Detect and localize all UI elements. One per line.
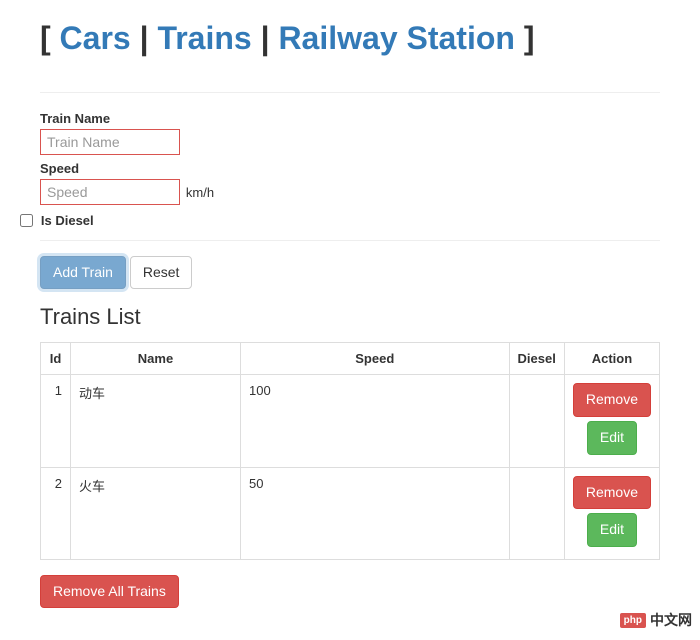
col-id: Id xyxy=(41,343,71,375)
nav-link-cars[interactable]: Cars xyxy=(60,20,131,56)
table-row: 2 火车 50 Remove Edit xyxy=(41,467,660,559)
table-header-row: Id Name Speed Diesel Action xyxy=(41,343,660,375)
train-name-label: Train Name xyxy=(40,111,660,126)
col-diesel: Diesel xyxy=(509,343,564,375)
watermark: php 中文网 xyxy=(620,610,692,630)
col-name: Name xyxy=(71,343,241,375)
cell-name: 动车 xyxy=(71,375,241,467)
cell-name: 火车 xyxy=(71,467,241,559)
speed-input[interactable] xyxy=(40,179,180,205)
train-name-input[interactable] xyxy=(40,129,180,155)
edit-button[interactable]: Edit xyxy=(587,513,637,547)
form-buttons: Add Train Reset xyxy=(20,256,680,290)
remove-button[interactable]: Remove xyxy=(573,476,651,510)
cell-diesel xyxy=(509,467,564,559)
page-header: [ Cars | Trains | Railway Station ] xyxy=(20,0,680,92)
table-row: 1 动车 100 Remove Edit xyxy=(41,375,660,467)
nav-pipe: | xyxy=(261,20,279,56)
is-diesel-label: Is Diesel xyxy=(41,213,94,228)
cell-speed: 100 xyxy=(241,375,510,467)
divider xyxy=(40,92,660,93)
header-title: [ Cars | Trains | Railway Station ] xyxy=(40,20,660,57)
remove-all-trains-button[interactable]: Remove All Trains xyxy=(40,575,179,609)
trains-table: Id Name Speed Diesel Action 1 动车 100 Rem… xyxy=(40,342,660,559)
footer-buttons: Remove All Trains xyxy=(20,575,680,609)
cell-action: Remove Edit xyxy=(564,467,659,559)
watermark-text: 中文网 xyxy=(650,610,692,630)
bracket-close: ] xyxy=(524,20,535,56)
trains-list-section: Trains List Id Name Speed Diesel Action … xyxy=(20,304,680,559)
speed-label: Speed xyxy=(40,161,660,176)
add-train-button[interactable]: Add Train xyxy=(40,256,126,290)
reset-button[interactable]: Reset xyxy=(130,256,193,290)
nav-pipe: | xyxy=(140,20,158,56)
cell-id: 2 xyxy=(41,467,71,559)
cell-diesel xyxy=(509,375,564,467)
speed-suffix: km/h xyxy=(186,185,214,200)
col-action: Action xyxy=(564,343,659,375)
nav-link-trains[interactable]: Trains xyxy=(157,20,251,56)
remove-button[interactable]: Remove xyxy=(573,383,651,417)
col-speed: Speed xyxy=(241,343,510,375)
train-form: Train Name Speed km/h Is Diesel xyxy=(20,111,680,228)
trains-list-title: Trains List xyxy=(40,304,660,330)
divider xyxy=(40,240,660,241)
edit-button[interactable]: Edit xyxy=(587,421,637,455)
bracket-open: [ xyxy=(40,20,51,56)
cell-speed: 50 xyxy=(241,467,510,559)
cell-action: Remove Edit xyxy=(564,375,659,467)
is-diesel-checkbox[interactable] xyxy=(20,214,33,227)
nav-link-railway-station[interactable]: Railway Station xyxy=(278,20,515,56)
watermark-logo: php xyxy=(620,613,646,628)
cell-id: 1 xyxy=(41,375,71,467)
